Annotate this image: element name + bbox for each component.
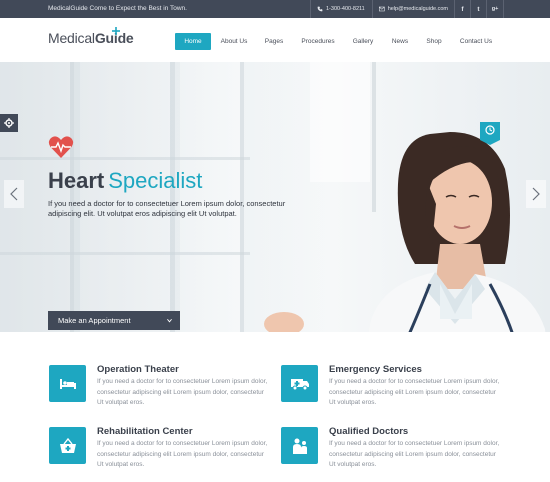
twitter-icon[interactable]: t [470,0,486,18]
doctors-icon [281,427,318,464]
nav-shop[interactable]: Shop [419,33,449,50]
settings-button[interactable] [0,114,18,132]
service-title: Rehabilitation Center [97,426,193,437]
nav-contact-us[interactable]: Contact Us [454,33,498,50]
bed-icon [49,365,86,402]
mail-icon [379,6,385,12]
top-bar: MedicalGuide Come to Expect the Best in … [0,0,550,18]
facebook-icon[interactable]: f [454,0,470,18]
service-description: If you need a doctor for to consectetuer… [97,378,268,406]
service-title: Emergency Services [329,364,422,375]
google-plus-icon[interactable]: g+ [486,0,504,18]
hero-description: If you need a doctor for to consectetuer… [48,199,286,218]
email-address: help@medicalguide.com [387,6,448,12]
service-item[interactable]: Operation Theater If you need a doctor f… [49,364,279,410]
service-item[interactable]: Rehabilitation Center If you need a doct… [49,426,279,472]
hero-title-bold: Heart [48,168,105,193]
service-description: If you need a doctor for to consectetuer… [329,440,500,468]
service-item[interactable]: Emergency Services If you need a doctor … [281,364,511,410]
nav-about-us[interactable]: About Us [214,33,254,50]
chevron-right-icon [532,187,540,201]
tagline: MedicalGuide Come to Expect the Best in … [48,5,187,12]
hero-title: Heart Specialist [48,168,202,194]
heart-icon [48,136,74,158]
slider-prev-button[interactable] [4,180,24,208]
service-description: If you need a doctor for to consectetuer… [97,440,268,468]
service-item[interactable]: Qualified Doctors If you need a doctor f… [281,426,511,472]
slider-next-button[interactable] [526,180,546,208]
chevron-left-icon [10,187,18,201]
clock-icon [485,125,495,135]
badge-tab [480,122,500,145]
basket-icon [49,427,86,464]
chevron-down-icon [167,318,172,323]
phone-number: 1-300-400-8211 [326,6,365,12]
doctor-image [264,132,546,332]
hero-slider [0,62,550,332]
nav-news[interactable]: News [386,33,414,50]
appointment-label: Make an Appointment [58,316,131,325]
phone-icon [317,6,323,12]
appointment-dropdown[interactable]: Make an Appointment [48,311,180,330]
nav-gallery[interactable]: Gallery [346,33,380,50]
service-description: If you need a doctor for to consectetuer… [329,378,500,406]
nav-procedures[interactable]: Procedures [296,33,340,50]
service-title: Qualified Doctors [329,426,409,437]
email-contact[interactable]: help@medicalguide.com [372,0,454,18]
hero-title-light: Specialist [108,168,203,193]
gear-icon [4,118,14,128]
header: MedicalGuide Home About Us Pages Procedu… [0,18,550,62]
ambulance-icon [281,365,318,402]
service-title: Operation Theater [97,364,179,375]
phone-contact[interactable]: 1-300-400-8211 [310,0,372,18]
main-nav: Home About Us Pages Procedures Gallery N… [0,33,550,50]
nav-home[interactable]: Home [175,33,211,50]
nav-pages[interactable]: Pages [258,33,290,50]
